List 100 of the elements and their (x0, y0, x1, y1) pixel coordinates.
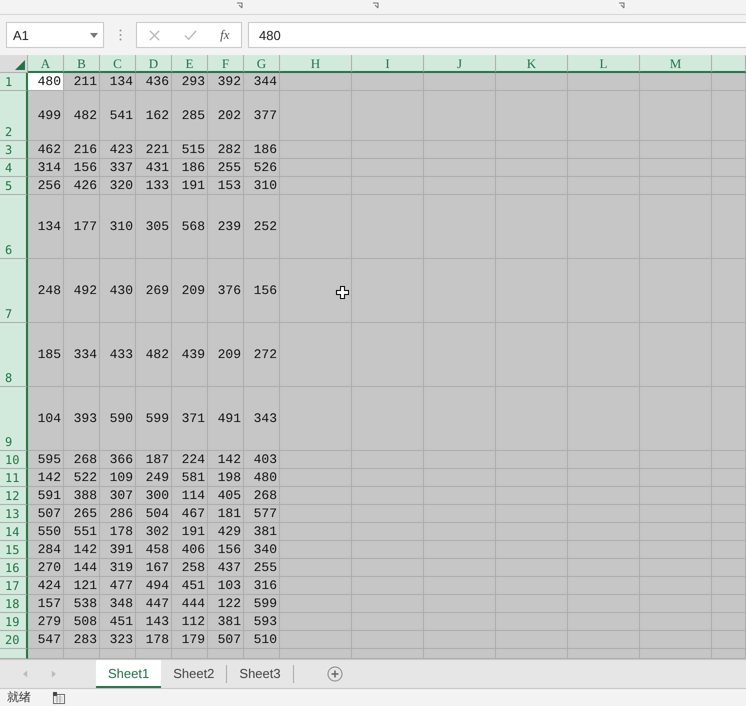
sheet-tab[interactable]: Sheet3 (227, 665, 294, 683)
row-header[interactable]: 17 (0, 577, 28, 595)
grip-dots-icon[interactable] (119, 29, 122, 41)
dropdown-caret-icon[interactable] (90, 32, 98, 38)
row-header[interactable]: 19 (0, 613, 28, 631)
cell-pointer-icon (336, 286, 349, 299)
row-header[interactable]: 6 (0, 195, 28, 259)
table-cell: 167 (136, 559, 172, 577)
sheet-tab[interactable]: Sheet2 (161, 665, 228, 683)
table-cell: 181 (208, 505, 244, 523)
column-header[interactable]: M (640, 55, 712, 73)
table-cell: 436 (136, 73, 172, 91)
row-header[interactable]: 9 (0, 387, 28, 451)
table-cell: 568 (172, 195, 208, 259)
table-cell: 198 (208, 469, 244, 487)
row-header[interactable]: 11 (0, 469, 28, 487)
table-cell: 507 (208, 631, 244, 649)
table-cell: 319 (100, 559, 136, 577)
dialog-launcher-icon[interactable] (618, 2, 626, 10)
table-cell: 283 (64, 631, 100, 649)
table-cell: 392 (208, 73, 244, 91)
table-cell: 316 (244, 577, 280, 595)
dialog-launcher-icon[interactable] (372, 2, 380, 10)
checkmark-icon[interactable] (184, 28, 198, 42)
table-cell: 252 (244, 195, 280, 259)
formula-input[interactable]: 480 (248, 22, 746, 48)
formula-value: 480 (259, 28, 281, 42)
table-cell: 103 (208, 577, 244, 595)
table-cell: 177 (64, 195, 100, 259)
row-header[interactable]: 18 (0, 595, 28, 613)
column-header[interactable]: H (280, 55, 352, 73)
row-header[interactable]: 4 (0, 159, 28, 177)
table-cell: 344 (244, 73, 280, 91)
row-header[interactable]: 16 (0, 559, 28, 577)
table-cell: 551 (64, 523, 100, 541)
sheet-tab[interactable]: Sheet1 (96, 660, 162, 688)
table-cell: 431 (136, 159, 172, 177)
column-header[interactable]: G (244, 55, 280, 73)
column-header[interactable]: I (352, 55, 424, 73)
column-header[interactable]: L (568, 55, 640, 73)
dialog-launcher-icon[interactable] (236, 2, 244, 10)
add-sheet-icon[interactable] (326, 666, 343, 682)
row-header[interactable]: 10 (0, 451, 28, 469)
table-cell: 268 (64, 451, 100, 469)
row-header[interactable]: 12 (0, 487, 28, 505)
table-cell: 451 (100, 613, 136, 631)
table-cell: 381 (208, 613, 244, 631)
table-cell: 209 (172, 259, 208, 323)
macro-recording-icon[interactable] (53, 692, 65, 704)
table-cell: 482 (64, 91, 100, 141)
column-header[interactable]: D (136, 55, 172, 73)
table-cell: 279 (28, 613, 64, 631)
row-header[interactable]: 15 (0, 541, 28, 559)
table-cell: 162 (136, 91, 172, 141)
column-header[interactable]: C (100, 55, 136, 73)
row-header[interactable]: 7 (0, 259, 28, 323)
row-header[interactable]: 2 (0, 91, 28, 141)
table-cell: 121 (64, 577, 100, 595)
table-cell: 581 (172, 469, 208, 487)
table-cell: 507 (28, 505, 64, 523)
column-header[interactable] (712, 55, 746, 73)
column-header[interactable]: J (424, 55, 496, 73)
table-cell: 256 (28, 177, 64, 195)
table-cell: 429 (208, 523, 244, 541)
table-cell: 439 (172, 323, 208, 387)
table-cell: 134 (28, 195, 64, 259)
insert-function-button[interactable]: fx (220, 27, 230, 43)
table-cell: 371 (172, 387, 208, 451)
row-header[interactable]: 20 (0, 631, 28, 649)
table-cell: 185 (28, 323, 64, 387)
column-header[interactable]: E (172, 55, 208, 73)
row-header[interactable]: 13 (0, 505, 28, 523)
table-cell: 323 (100, 631, 136, 649)
table-cell: 224 (172, 451, 208, 469)
table-cell: 186 (172, 159, 208, 177)
column-header[interactable]: B (64, 55, 100, 73)
column-header[interactable]: A (28, 55, 64, 73)
row-header[interactable]: 1 (0, 73, 28, 91)
select-all-button[interactable] (0, 55, 28, 73)
table-cell: 477 (100, 577, 136, 595)
name-box[interactable]: A1 (6, 22, 104, 48)
table-cell: 348 (100, 595, 136, 613)
table-cell: 393 (64, 387, 100, 451)
status-text: 就绪 (7, 689, 31, 706)
row-header[interactable] (0, 649, 28, 659)
table-cell: 423 (100, 141, 136, 159)
row-header[interactable]: 14 (0, 523, 28, 541)
table-cell: 599 (136, 387, 172, 451)
table-cell: 480 (28, 73, 64, 91)
table-cell: 209 (208, 323, 244, 387)
table-cell: 492 (64, 259, 100, 323)
column-header[interactable]: K (496, 55, 568, 73)
table-cell: 593 (244, 613, 280, 631)
column-header[interactable]: F (208, 55, 244, 73)
table-cell: 293 (172, 73, 208, 91)
table-cell: 426 (64, 177, 100, 195)
table-cell: 377 (244, 91, 280, 141)
row-header[interactable]: 3 (0, 141, 28, 159)
row-header[interactable]: 5 (0, 177, 28, 195)
row-header[interactable]: 8 (0, 323, 28, 387)
